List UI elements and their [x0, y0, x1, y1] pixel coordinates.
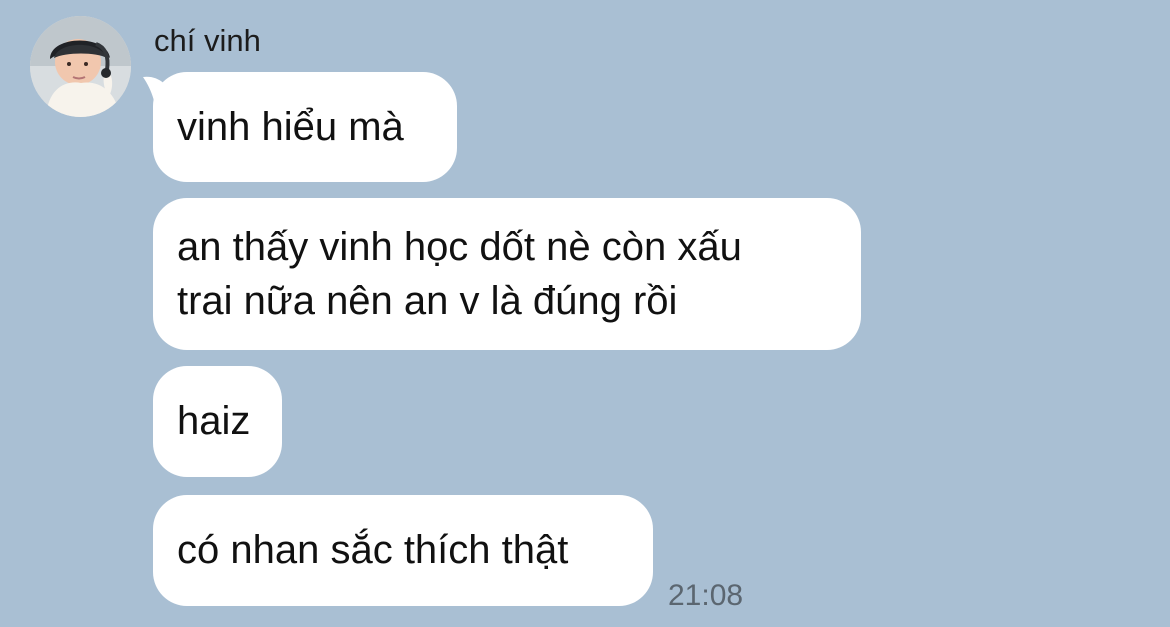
message-text: haiz: [177, 399, 251, 443]
message-bubble[interactable]: haiz: [153, 366, 282, 477]
avatar[interactable]: [30, 16, 131, 117]
message-text: vinh hiểu mà: [177, 105, 404, 149]
profile-photo-icon: [30, 16, 131, 117]
sender-name: chí vinh: [154, 23, 261, 58]
message-timestamp: 21:08: [668, 579, 744, 612]
message-bubble[interactable]: vinh hiểu mà: [153, 72, 457, 182]
message-text: có nhan sắc thích thật: [177, 528, 569, 572]
message-bubble[interactable]: có nhan sắc thích thật: [153, 495, 653, 606]
message-text: trai nữa nên an v là đúng rồi: [177, 279, 678, 323]
message-bubble[interactable]: an thấy vinh học dốt nè còn xấu trai nữa…: [153, 198, 861, 350]
message-text: an thấy vinh học dốt nè còn xấu: [177, 225, 742, 269]
chat-area: chí vinh vinh hiểu mà an thấy vinh học d…: [0, 0, 1170, 627]
